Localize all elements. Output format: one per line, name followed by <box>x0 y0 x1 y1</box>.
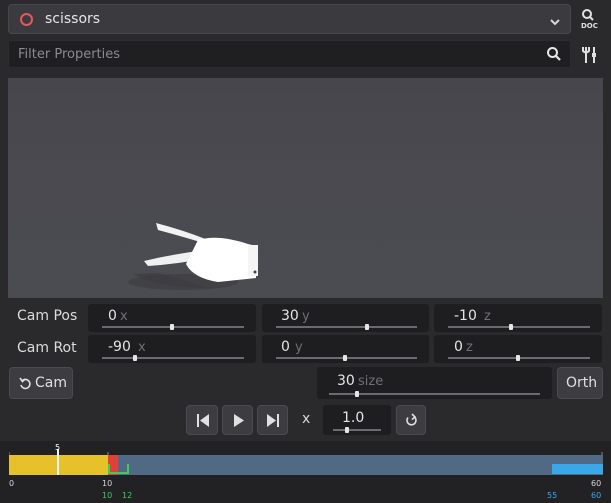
tools-icon[interactable] <box>580 44 600 66</box>
cam-rot-z-value: 0 <box>454 339 463 355</box>
cam-pos-x-field[interactable]: 0 x <box>88 304 256 332</box>
speed-prefix: x <box>302 411 311 427</box>
range-marker-blue[interactable] <box>552 464 603 474</box>
speed-value: 1.0 <box>342 410 365 426</box>
circle-icon <box>20 13 33 26</box>
tick-label-start: 0 <box>9 479 15 488</box>
cam-rot-y-field[interactable]: 0 y <box>262 335 429 363</box>
cam-reset-button[interactable]: Cam <box>9 367 73 399</box>
speed-field[interactable]: 1.0 <box>323 405 391 435</box>
skip-start-icon <box>197 414 209 427</box>
skip-end-icon <box>267 414 279 427</box>
cam-pos-y-slider[interactable] <box>276 326 417 328</box>
cam-rot-x-unit: x <box>138 340 146 355</box>
cam-pos-y-field[interactable]: 30 y <box>262 304 429 332</box>
cam-pos-z-field[interactable]: -10 z <box>434 304 602 332</box>
cam-rot-x-value: -90 <box>108 339 131 355</box>
cam-pos-z-value: -10 <box>454 308 477 324</box>
cam-pos-x-knob[interactable] <box>170 324 174 330</box>
playhead-label: 5 <box>55 443 61 452</box>
green-end-label: 12 <box>122 491 133 500</box>
rotate-ccw-icon <box>19 377 31 390</box>
timeline-playhead[interactable] <box>57 449 59 475</box>
preview-viewport[interactable] <box>8 78 603 298</box>
doc-button[interactable]: DOC <box>576 6 602 34</box>
size-slider[interactable] <box>329 393 540 395</box>
cam-rot-z-field[interactable]: 0 z <box>434 335 602 363</box>
cam-rot-x-knob[interactable] <box>133 355 137 361</box>
speed-slider[interactable] <box>333 429 381 431</box>
skip-to-end-button[interactable] <box>257 405 288 435</box>
skip-to-start-button[interactable] <box>186 405 218 435</box>
tick-label-end: 60 <box>591 479 602 488</box>
cam-rot-z-unit: z <box>466 340 473 355</box>
orth-button[interactable]: Orth <box>557 367 603 399</box>
cam-pos-x-unit: x <box>120 309 128 324</box>
cam-rot-y-value: 0 <box>281 339 290 355</box>
speed-knob[interactable] <box>345 427 349 433</box>
object-select[interactable]: scissors <box>8 4 571 34</box>
tick-label-mid: 10 <box>102 479 113 488</box>
size-unit: size <box>358 374 384 389</box>
cam-pos-y-knob[interactable] <box>365 324 369 330</box>
blue-end-label: 60 <box>591 491 602 500</box>
chevron-down-icon <box>549 13 561 32</box>
cam-rot-x-slider[interactable] <box>102 357 244 359</box>
speed-reset-button[interactable] <box>396 405 426 435</box>
filter-properties-input[interactable]: Filter Properties <box>8 40 571 68</box>
range-marker-green[interactable] <box>108 464 129 474</box>
play-icon <box>234 414 244 427</box>
hand-scissors-model <box>128 223 258 290</box>
cam-rot-z-knob[interactable] <box>516 355 520 361</box>
cam-pos-z-unit: z <box>484 309 491 324</box>
orth-button-label: Orth <box>566 375 598 391</box>
cam-pos-x-value: 0 <box>108 308 117 324</box>
refresh-icon <box>406 413 417 426</box>
cam-rot-y-unit: y <box>295 340 303 355</box>
object-select-value: scissors <box>45 11 101 27</box>
filter-placeholder: Filter Properties <box>18 47 121 62</box>
size-knob[interactable] <box>355 391 359 397</box>
search-icon[interactable] <box>546 46 562 66</box>
cam-pos-z-slider[interactable] <box>448 326 590 328</box>
size-field[interactable]: 30 size <box>317 367 552 399</box>
cam-pos-y-value: 30 <box>281 308 299 324</box>
cam-rot-label: Cam Rot <box>17 340 77 356</box>
blue-start-label: 55 <box>547 491 558 500</box>
cam-pos-y-unit: y <box>302 309 310 324</box>
timeline-ruler <box>8 446 603 461</box>
doc-label: DOC <box>581 22 598 30</box>
cam-button-label: Cam <box>35 375 67 391</box>
green-start-label: 10 <box>102 491 113 500</box>
cam-pos-label: Cam Pos <box>17 308 78 324</box>
play-button[interactable] <box>222 405 253 435</box>
cam-rot-y-knob[interactable] <box>343 355 347 361</box>
size-value: 30 <box>337 373 355 389</box>
cam-pos-z-knob[interactable] <box>509 324 513 330</box>
cam-rot-x-field[interactable]: -90 x <box>88 335 256 363</box>
